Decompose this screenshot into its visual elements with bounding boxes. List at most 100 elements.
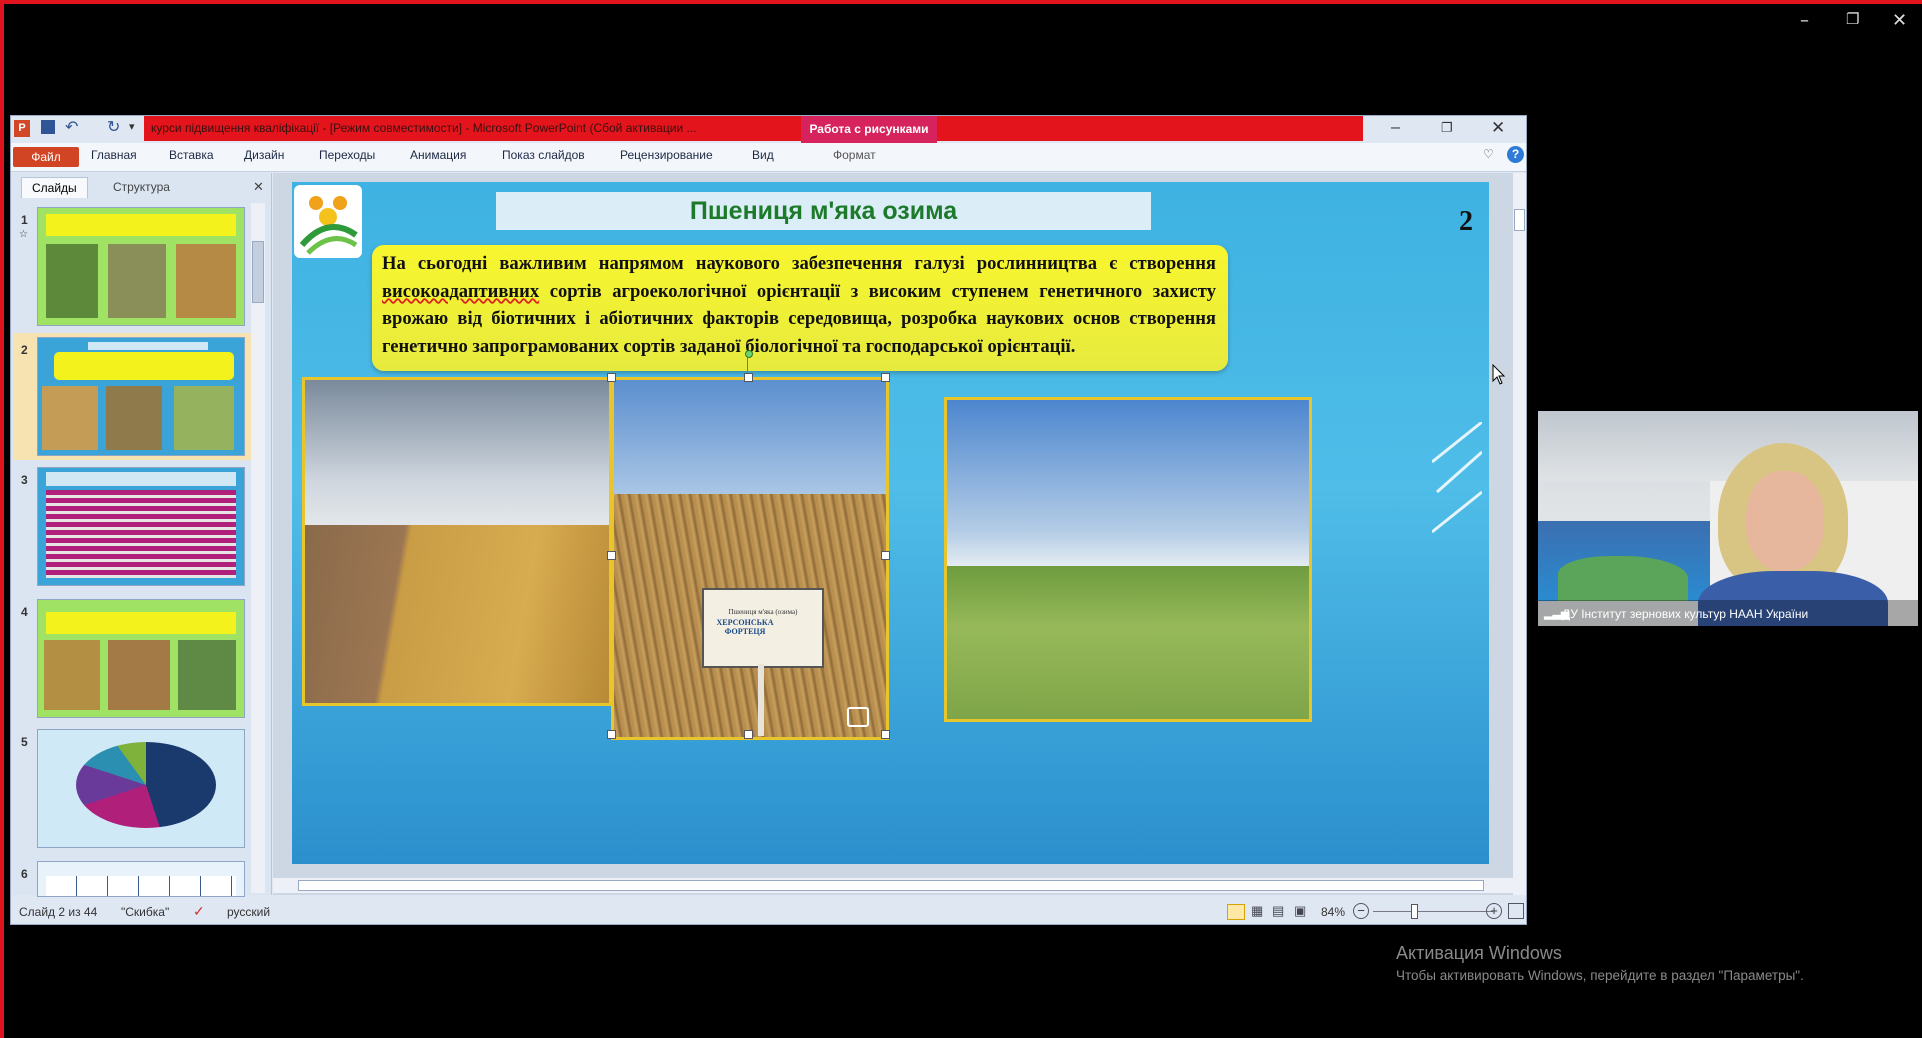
horizontal-scrollbar[interactable]: [273, 878, 1513, 893]
thumb-photo: [178, 640, 236, 710]
fit-to-window-icon[interactable]: [1508, 903, 1524, 919]
resize-handle-w[interactable]: [607, 551, 616, 560]
slideshow-view-icon[interactable]: ▣: [1294, 903, 1306, 919]
thumb-pie-chart: [76, 742, 216, 828]
photo-field: [947, 565, 1309, 719]
tab-animation[interactable]: Анимация: [410, 148, 466, 162]
help-icon[interactable]: ?: [1507, 146, 1524, 163]
slide-canvas[interactable]: Пшениця м'яка озима 2 На сьогодні важлив…: [292, 182, 1489, 864]
language[interactable]: русский: [227, 905, 270, 919]
thumb-text-block: [46, 612, 236, 634]
institute-logo: [294, 185, 362, 258]
description-textbox[interactable]: На сьогодні важливим напрямом наукового …: [372, 245, 1228, 371]
vertical-scrollbar[interactable]: [1513, 173, 1526, 895]
tab-view[interactable]: Вид: [752, 148, 774, 162]
slide-thumbnail-4[interactable]: [37, 599, 245, 718]
ribbon-collapse-icon[interactable]: ♡: [1483, 147, 1494, 161]
tab-slides[interactable]: Слайды: [21, 177, 88, 198]
restore-icon[interactable]: ❐: [1846, 10, 1859, 28]
animation-star-icon: ☆: [19, 229, 28, 240]
resize-handle-ne[interactable]: [881, 373, 890, 382]
tab-design[interactable]: Дизайн: [244, 148, 284, 162]
photo-wheat-field-path[interactable]: [302, 377, 612, 706]
slide-number[interactable]: 2: [1459, 206, 1473, 238]
tab-format[interactable]: Формат: [833, 148, 876, 162]
thumbnails-scroll-thumb[interactable]: [252, 241, 264, 303]
thumb-photo: [176, 244, 236, 318]
tab-outline[interactable]: Структура: [103, 177, 180, 197]
photo-wheat-with-sign[interactable]: Пшениця м'яка (озима) ХЕРСОНСЬКА ФОРТЕЦЯ: [611, 377, 889, 740]
zoom-slider[interactable]: [1373, 911, 1493, 912]
slide-thumbnail-6[interactable]: [37, 861, 245, 897]
quick-access-dropdown-icon[interactable]: ▾: [129, 120, 135, 133]
resize-handle-s[interactable]: [744, 730, 753, 739]
theme-name[interactable]: "Скибка": [121, 905, 169, 919]
tab-insert[interactable]: Вставка: [169, 148, 214, 162]
video-tile[interactable]: ▂▃▅ ДУ Інститут зернових культур НААН Ук…: [1538, 411, 1918, 626]
window-title: курси підвищення кваліфікації - [Режим с…: [151, 121, 697, 135]
slide-thumbnail-5[interactable]: [37, 729, 245, 848]
pp-close-icon[interactable]: ✕: [1491, 118, 1505, 138]
photo-field: [305, 525, 609, 703]
slides-pane: Слайды Структура ✕ 1 ☆ 2 3 4 5 6: [11, 173, 272, 897]
tab-transitions[interactable]: Переходы: [319, 148, 375, 162]
sign-post: [758, 664, 764, 736]
redo-icon[interactable]: ↻: [107, 117, 120, 137]
file-tab[interactable]: Файл: [13, 147, 79, 167]
video-ceiling: [1538, 411, 1918, 481]
slide-thumbnail-3[interactable]: [37, 467, 245, 586]
resize-handle-e[interactable]: [881, 551, 890, 560]
map-shape: [1558, 556, 1688, 601]
thumb-photo: [174, 386, 234, 450]
zoom-level[interactable]: 84%: [1321, 905, 1345, 919]
thumbnails-scrollbar[interactable]: [251, 203, 265, 893]
photo-irrigated-field[interactable]: [944, 397, 1312, 722]
zoom-slider-thumb[interactable]: [1411, 904, 1418, 919]
description-underlined-word: високоадаптивних: [382, 280, 540, 302]
tab-slideshow[interactable]: Показ слайдов: [502, 148, 585, 162]
undo-icon[interactable]: ↶: [65, 117, 78, 137]
minimize-icon[interactable]: –: [1800, 10, 1809, 31]
logo-graphic: [299, 196, 358, 255]
slide-number: 1: [21, 213, 28, 227]
top-red-border: [0, 0, 1922, 4]
spellcheck-icon[interactable]: ✓: [193, 903, 205, 920]
zoom-out-icon[interactable]: −: [1353, 903, 1369, 919]
pp-minimize-icon[interactable]: –: [1391, 119, 1400, 137]
tab-review[interactable]: Рецензирование: [620, 148, 713, 162]
picture-tools-tab[interactable]: Работа с рисунками: [801, 116, 937, 143]
thumb-photo: [46, 244, 98, 318]
slide-counter: Слайд 2 из 44: [19, 905, 98, 919]
person-face: [1746, 471, 1824, 571]
save-icon[interactable]: [41, 120, 55, 134]
slide-thumbnail-1[interactable]: [37, 207, 245, 326]
sorter-view-icon[interactable]: ▦: [1251, 903, 1263, 919]
resize-handle-n[interactable]: [744, 373, 753, 382]
reading-view-icon[interactable]: ▤: [1272, 903, 1284, 919]
horizontal-scroll-thumb[interactable]: [298, 880, 1484, 891]
photo-sky: [614, 380, 886, 495]
close-icon[interactable]: ✕: [1892, 10, 1907, 31]
vertical-scroll-thumb[interactable]: [1514, 209, 1525, 231]
tab-home[interactable]: Главная: [91, 148, 137, 162]
resize-handle-sw[interactable]: [607, 730, 616, 739]
slide-thumbnail-2[interactable]: [37, 337, 245, 456]
variety-sign: Пшениця м'яка (озима) ХЕРСОНСЬКА ФОРТЕЦЯ: [702, 588, 824, 668]
thumb-title: [88, 342, 208, 350]
pp-restore-icon[interactable]: ❐: [1441, 120, 1453, 136]
powerpoint-logo-icon: P: [14, 120, 30, 137]
sign-variety: ХЕРСОНСЬКА ФОРТЕЦЯ: [716, 618, 774, 636]
photo-sky: [947, 400, 1309, 566]
normal-view-icon[interactable]: [1227, 904, 1245, 920]
image-action-icon[interactable]: [847, 707, 869, 727]
resize-handle-nw[interactable]: [607, 373, 616, 382]
thumb-text-block: [54, 352, 234, 380]
slide-title[interactable]: Пшениця м'яка озима: [496, 192, 1151, 230]
resize-handle-se[interactable]: [881, 730, 890, 739]
sign-caption: Пшениця м'яка (озима): [728, 608, 798, 616]
pane-close-icon[interactable]: ✕: [253, 179, 264, 195]
zoom-in-icon[interactable]: +: [1486, 903, 1502, 919]
decorative-lines: [1432, 422, 1482, 534]
thumb-title: [46, 472, 236, 486]
thumb-photo: [108, 640, 170, 710]
